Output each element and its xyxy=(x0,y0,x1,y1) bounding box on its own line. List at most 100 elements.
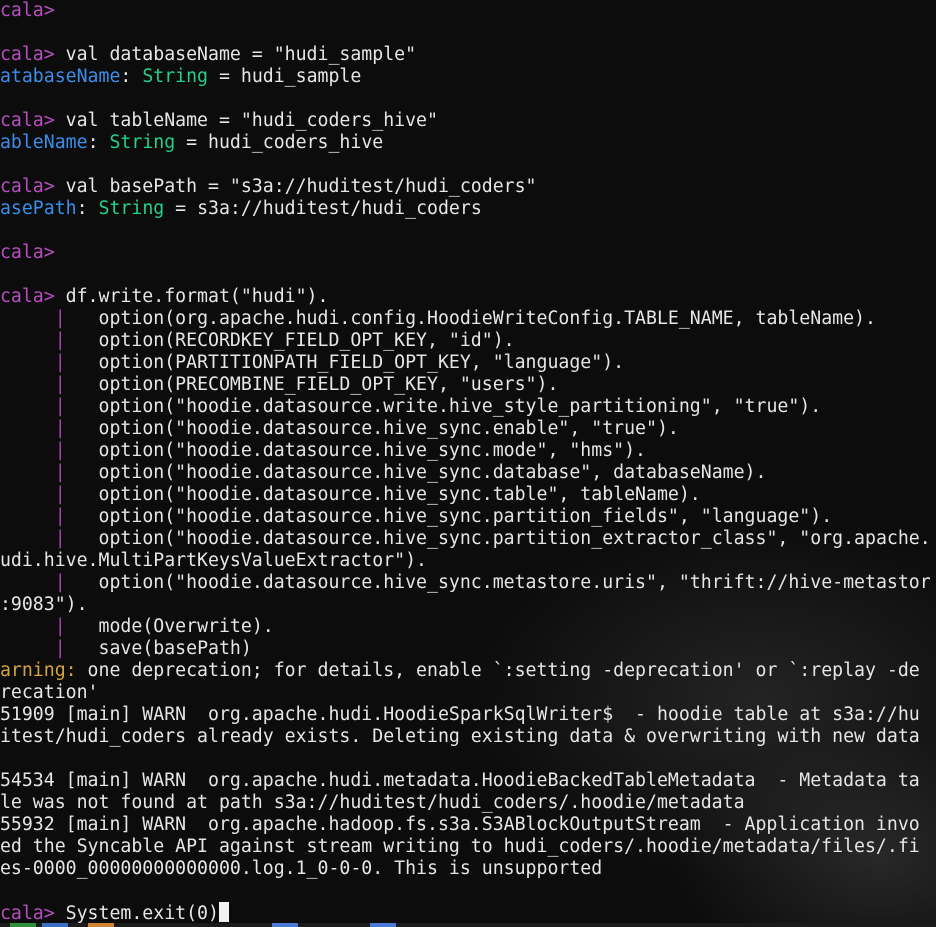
continuation-pipe: | xyxy=(54,506,66,527)
result-value: = s3a://huditest/hudi_coders xyxy=(164,198,482,219)
terminal-line: les-0000_00000000000000.log.1_0-0-0. Thi… xyxy=(0,858,931,880)
command-text: mode(Overwrite). xyxy=(98,616,274,637)
continuation-pipe: | xyxy=(54,330,66,351)
scala-prompt: scala> xyxy=(0,176,55,197)
continuation-pipe: | xyxy=(54,440,66,461)
continuation-pipe: | xyxy=(54,308,66,329)
result-type: String xyxy=(142,66,209,87)
terminal-line: | option("hoodie.datasource.hive_sync.ta… xyxy=(0,484,931,506)
result-colon: : xyxy=(76,198,99,219)
command-text: option(RECORDKEY_FIELD_OPT_KEY, "id"). xyxy=(98,330,515,351)
result-colon: : xyxy=(87,132,110,153)
text-cursor xyxy=(218,902,229,922)
terminal-output: scala> scala> val databaseName = "hudi_s… xyxy=(0,0,931,924)
terminal-line: tableName: String = hudi_coders_hive xyxy=(0,132,931,154)
command-text: option("hoodie.datasource.hive_sync.part… xyxy=(98,528,931,549)
command-text: option(PRECOMBINE_FIELD_OPT_KEY, "users"… xyxy=(98,374,559,395)
continuation-pipe: | xyxy=(54,638,66,659)
log-text: 751909 [main] WARN org.apache.hudi.Hoodi… xyxy=(0,704,920,725)
terminal-line: | option("hoodie.datasource.write.hive_s… xyxy=(0,396,931,418)
terminal-line: | option(PRECOMBINE_FIELD_OPT_KEY, "user… xyxy=(0,374,931,396)
result-type: String xyxy=(109,132,176,153)
result-variable: tableName xyxy=(0,132,88,153)
result-colon: : xyxy=(120,66,143,87)
command-text: option("hoodie.datasource.write.hive_sty… xyxy=(98,396,822,417)
terminal-line: ditest/hudi_coders already exists. Delet… xyxy=(0,726,931,748)
log-text: 754534 [main] WARN org.apache.hudi.metad… xyxy=(0,770,920,791)
scala-prompt: scala> xyxy=(0,0,55,21)
terminal-line: ked the Syncable API against stream writ… xyxy=(0,836,931,858)
terminal-line: 751909 [main] WARN org.apache.hudi.Hoodi… xyxy=(0,704,931,726)
terminal-window[interactable]: scala> scala> val databaseName = "hudi_s… xyxy=(0,0,936,927)
terminal-line: | save(basePath) xyxy=(0,638,931,660)
terminal-line: scala> df.write.format("hudi"). xyxy=(0,286,931,308)
terminal-line: | mode(Overwrite). xyxy=(0,616,931,638)
command-text: option("hoodie.datasource.hive_sync.mode… xyxy=(98,440,647,461)
terminal-line: scala> val databaseName = "hudi_sample" xyxy=(0,44,931,66)
command-text: val tableName = "hudi_coders_hive" xyxy=(54,110,438,131)
terminal-line: precation' xyxy=(0,682,931,704)
terminal-line: | option(PARTITIONPATH_FIELD_OPT_KEY, "l… xyxy=(0,352,931,374)
continuation-pipe: | xyxy=(54,418,66,439)
terminal-line: warning: one deprecation; for details, e… xyxy=(0,660,931,682)
command-text: option("hoodie.datasource.hive_sync.data… xyxy=(98,462,767,483)
taskbar-app-icon[interactable] xyxy=(370,923,396,927)
result-variable: basePath xyxy=(0,198,77,219)
command-text: df.write.format("hudi"). xyxy=(54,286,329,307)
result-type: String xyxy=(98,198,165,219)
terminal-line: ble was not found at path s3a://huditest… xyxy=(0,792,931,814)
terminal-line: hudi.hive.MultiPartKeysValueExtractor"). xyxy=(0,550,931,572)
terminal-line: | option("hoodie.datasource.hive_sync.en… xyxy=(0,418,931,440)
terminal-line: scala> xyxy=(0,0,931,22)
continuation-pipe: | xyxy=(54,396,66,417)
log-text: 755932 [main] WARN org.apache.hadoop.fs.… xyxy=(0,814,920,835)
terminal-line: | option("hoodie.datasource.hive_sync.pa… xyxy=(0,506,931,528)
terminal-line: e:9083"). xyxy=(0,594,931,616)
terminal-line: basePath: String = s3a://huditest/hudi_c… xyxy=(0,198,931,220)
scala-prompt: scala> xyxy=(0,110,55,131)
scala-prompt: scala> xyxy=(0,44,55,65)
terminal-line: | option("hoodie.datasource.hive_sync.me… xyxy=(0,572,931,594)
continuation-pipe: | xyxy=(54,462,66,483)
taskbar-app-icon[interactable] xyxy=(10,923,36,927)
taskbar-app-icon[interactable] xyxy=(88,923,114,927)
terminal-line: | option(org.apache.hudi.config.HoodieWr… xyxy=(0,308,931,330)
continuation-pipe: | xyxy=(54,484,66,505)
scala-prompt: scala> xyxy=(0,286,55,307)
log-text: ble was not found at path s3a://huditest… xyxy=(0,792,745,813)
taskbar-app-icon[interactable] xyxy=(272,923,298,927)
result-variable: databaseName xyxy=(0,66,121,87)
terminal-line: scala> val tableName = "hudi_coders_hive… xyxy=(0,110,931,132)
terminal-line: . xyxy=(0,748,931,770)
terminal-line: scala> val basePath = "s3a://huditest/hu… xyxy=(0,176,931,198)
command-text: option("hoodie.datasource.hive_sync.enab… xyxy=(98,418,679,439)
command-text: option("hoodie.datasource.hive_sync.meta… xyxy=(98,572,931,593)
continuation-pipe: | xyxy=(54,616,66,637)
command-text: val basePath = "s3a://huditest/hudi_code… xyxy=(54,176,537,197)
log-text: ked the Syncable API against stream writ… xyxy=(0,836,920,857)
terminal-line: | option("hoodie.datasource.hive_sync.da… xyxy=(0,462,931,484)
result-value: = hudi_sample xyxy=(208,66,362,87)
terminal-input-line[interactable]: scala> System.exit(0) xyxy=(0,902,931,924)
continuation-pipe: | xyxy=(54,374,66,395)
continuation-pipe: | xyxy=(54,352,66,373)
result-value: = hudi_coders_hive xyxy=(175,132,384,153)
command-text: option(org.apache.hudi.config.HoodieWrit… xyxy=(98,308,876,329)
command-text: save(basePath) xyxy=(98,638,252,659)
wrapped-text: precation' xyxy=(0,682,99,703)
warning-label: warning: xyxy=(0,660,77,681)
command-text: val databaseName = "hudi_sample" xyxy=(54,44,417,65)
terminal-line: | option(RECORDKEY_FIELD_OPT_KEY, "id"). xyxy=(0,330,931,352)
scala-prompt: scala> xyxy=(0,903,55,924)
taskbar-app-icon[interactable] xyxy=(42,923,68,927)
command-text: System.exit(0) xyxy=(54,903,219,924)
command-text: option(PARTITIONPATH_FIELD_OPT_KEY, "lan… xyxy=(98,352,625,373)
warning-text: one deprecation; for details, enable `:s… xyxy=(76,660,920,681)
log-text: ditest/hudi_coders already exists. Delet… xyxy=(0,726,920,747)
